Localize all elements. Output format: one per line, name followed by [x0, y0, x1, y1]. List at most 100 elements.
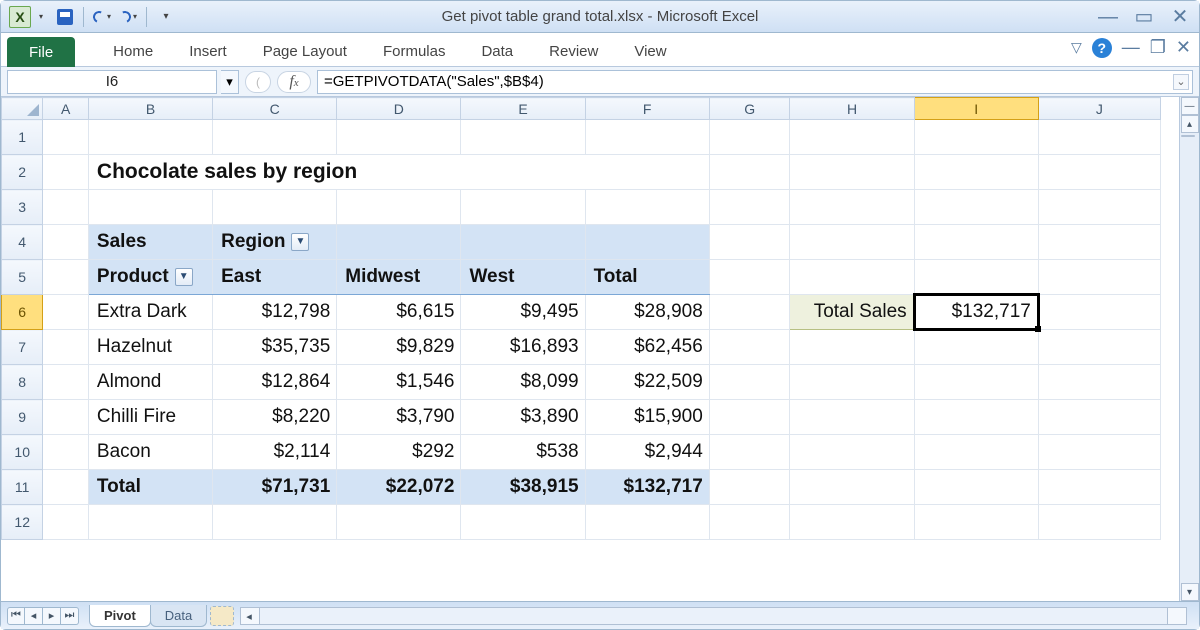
customize-qat-button[interactable]: ▾ [153, 5, 177, 29]
region-filter-icon[interactable]: ▼ [291, 233, 309, 251]
pivot-cell[interactable]: $15,900 [585, 400, 709, 435]
tab-insert[interactable]: Insert [171, 36, 245, 66]
pivot-cell[interactable]: $2,944 [585, 435, 709, 470]
pivot-cell[interactable]: $9,495 [461, 295, 585, 330]
pivot-col-midwest[interactable]: Midwest [337, 260, 461, 295]
formula-bar[interactable]: =GETPIVOTDATA("Sales",$B$4) ⌄ [317, 70, 1193, 94]
tab-view[interactable]: View [616, 36, 684, 66]
pivot-row-label[interactable]: Hazelnut [88, 330, 212, 365]
pivot-cell[interactable]: $16,893 [461, 330, 585, 365]
row-header-1[interactable]: 1 [2, 120, 43, 155]
last-sheet-button[interactable]: ⏭ [61, 607, 79, 625]
pivot-total-label[interactable]: Total [88, 470, 212, 505]
minimize-button[interactable]: ― [1097, 7, 1119, 27]
tab-home[interactable]: Home [95, 36, 171, 66]
tab-review[interactable]: Review [531, 36, 616, 66]
row-header-4[interactable]: 4 [2, 225, 43, 260]
tab-formulas[interactable]: Formulas [365, 36, 464, 66]
close-button[interactable]: ✕ [1169, 7, 1191, 27]
row-header-6[interactable]: 6 [2, 295, 43, 330]
pivot-total-cell[interactable]: $22,072 [337, 470, 461, 505]
row-header-11[interactable]: 11 [2, 470, 43, 505]
pivot-cell[interactable]: $62,456 [585, 330, 709, 365]
col-header-E[interactable]: E [461, 98, 585, 120]
prev-sheet-button[interactable]: ◂ [25, 607, 43, 625]
col-header-B[interactable]: B [88, 98, 212, 120]
row-header-7[interactable]: 7 [2, 330, 43, 365]
pivot-region-label[interactable]: Region▼ [213, 225, 337, 260]
row-header-5[interactable]: 5 [2, 260, 43, 295]
name-box-dropdown[interactable]: ▾ [221, 70, 239, 94]
pivot-cell[interactable]: $8,099 [461, 365, 585, 400]
col-header-H[interactable]: H [790, 98, 914, 120]
scroll-thumb[interactable] [1181, 135, 1195, 137]
cancel-formula-button[interactable]: ( [245, 71, 271, 93]
selected-cell[interactable]: $132,717 [914, 295, 1038, 330]
pivot-cell[interactable]: $1,546 [337, 365, 461, 400]
pivot-cell[interactable]: $35,735 [213, 330, 337, 365]
pivot-cell[interactable]: $12,864 [213, 365, 337, 400]
next-sheet-button[interactable]: ▸ [43, 607, 61, 625]
total-sales-label[interactable]: Total Sales [790, 295, 914, 330]
help-icon[interactable]: ? [1092, 38, 1112, 58]
expand-formula-bar-button[interactable]: ⌄ [1173, 74, 1189, 90]
col-header-D[interactable]: D [337, 98, 461, 120]
tab-page-layout[interactable]: Page Layout [245, 36, 365, 66]
pivot-total-cell[interactable]: $38,915 [461, 470, 585, 505]
pivot-col-west[interactable]: West [461, 260, 585, 295]
pivot-row-label[interactable]: Chilli Fire [88, 400, 212, 435]
row-header-8[interactable]: 8 [2, 365, 43, 400]
split-box-icon[interactable]: ― [1181, 97, 1199, 115]
row-header-9[interactable]: 9 [2, 400, 43, 435]
sheet-nav-arrows[interactable]: ⏮ ◂ ▸ ⏭ [7, 607, 79, 625]
redo-button[interactable]: ▾ [116, 5, 140, 29]
vertical-scrollbar[interactable]: ― ▴ ▾ [1179, 97, 1199, 601]
pivot-cell[interactable]: $6,615 [337, 295, 461, 330]
sheet-tab-pivot[interactable]: Pivot [89, 605, 151, 627]
first-sheet-button[interactable]: ⏮ [7, 607, 25, 625]
pivot-col-total[interactable]: Total [585, 260, 709, 295]
name-box[interactable]: I6 [7, 70, 217, 94]
row-header-2[interactable]: 2 [2, 155, 43, 190]
app-menu-dropdown[interactable]: ▾ [39, 12, 43, 21]
function-wizard-button[interactable]: fx [277, 71, 311, 93]
pivot-cell[interactable]: $538 [461, 435, 585, 470]
row-header-12[interactable]: 12 [2, 505, 43, 540]
sheet-tab-data[interactable]: Data [150, 605, 207, 627]
pivot-total-cell[interactable]: $71,731 [213, 470, 337, 505]
col-header-G[interactable]: G [709, 98, 790, 120]
col-header-A[interactable]: A [43, 98, 89, 120]
col-header-F[interactable]: F [585, 98, 709, 120]
undo-button[interactable]: ▾ [90, 5, 114, 29]
pivot-cell[interactable]: $2,114 [213, 435, 337, 470]
workbook-close-button[interactable]: ✕ [1176, 37, 1191, 58]
col-header-I[interactable]: I [914, 98, 1038, 120]
pivot-row-label[interactable]: Bacon [88, 435, 212, 470]
workbook-minimize-button[interactable]: ― [1122, 37, 1140, 58]
pivot-cell[interactable]: $9,829 [337, 330, 461, 365]
select-all-corner[interactable] [2, 98, 43, 120]
collapse-ribbon-icon[interactable]: ▽ [1071, 39, 1082, 56]
pivot-product-label[interactable]: Product▼ [88, 260, 212, 295]
file-tab[interactable]: File [7, 37, 75, 67]
horizontal-scrollbar[interactable]: ◂▸ [240, 607, 1187, 625]
new-sheet-button[interactable] [210, 606, 234, 626]
scroll-down-button[interactable]: ▾ [1181, 583, 1199, 601]
maximize-button[interactable]: ▭ [1133, 7, 1155, 27]
pivot-row-label[interactable]: Extra Dark [88, 295, 212, 330]
pivot-cell[interactable]: $12,798 [213, 295, 337, 330]
pivot-cell[interactable]: $22,509 [585, 365, 709, 400]
worksheet-grid[interactable]: A B C D E F G H I J 1 2 Chocolate sales … [1, 97, 1179, 601]
row-header-10[interactable]: 10 [2, 435, 43, 470]
product-filter-icon[interactable]: ▼ [175, 268, 193, 286]
row-header-3[interactable]: 3 [2, 190, 43, 225]
pivot-cell[interactable]: $292 [337, 435, 461, 470]
workbook-restore-button[interactable]: ❐ [1150, 37, 1166, 58]
tab-data[interactable]: Data [463, 36, 531, 66]
scroll-up-button[interactable]: ▴ [1181, 115, 1199, 133]
pivot-cell[interactable]: $3,790 [337, 400, 461, 435]
col-header-C[interactable]: C [213, 98, 337, 120]
pivot-col-east[interactable]: East [213, 260, 337, 295]
col-header-J[interactable]: J [1038, 98, 1160, 120]
save-button[interactable] [53, 5, 77, 29]
